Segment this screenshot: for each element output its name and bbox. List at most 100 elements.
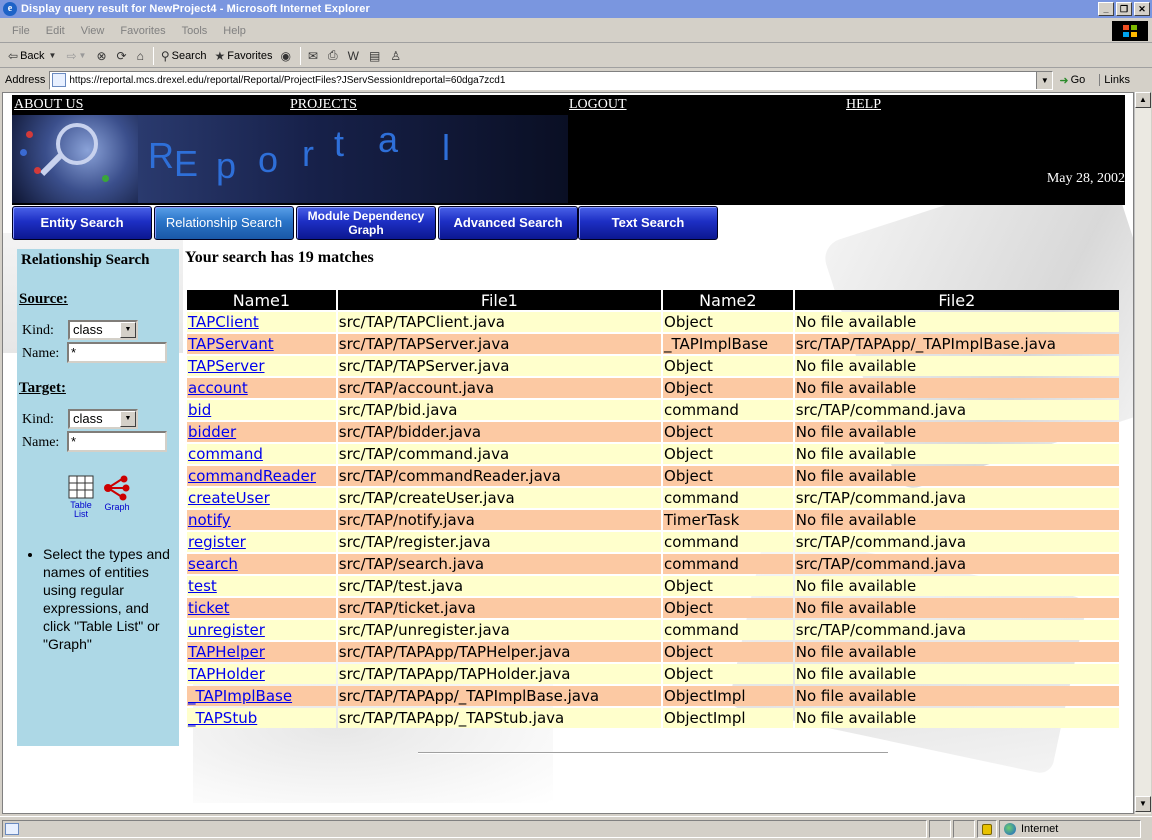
help-bullet: Select the types and names of entities u… — [43, 545, 179, 653]
cell-file2: No file available — [794, 444, 1119, 464]
entity-link[interactable]: unregister — [188, 621, 265, 639]
cell-name1: bidder — [187, 422, 336, 442]
table-row: ticket src/TAP/ticket.java Object No file a… — [187, 598, 1119, 618]
table-row: TAPHelper src/TAP/TAPApp/TAPHelper.java Ob… — [187, 642, 1119, 662]
table-row: TAPClient src/TAP/TAPClient.java Object No … — [187, 312, 1119, 332]
cell-name2: Object — [663, 378, 793, 398]
mail-button[interactable]: ✉ — [304, 45, 324, 67]
banner-strip — [138, 115, 568, 203]
cell-file2: src/TAP/TAPApp/_TAPImplBase.java — [794, 334, 1119, 354]
scroll-up-button[interactable]: ▲ — [1135, 92, 1151, 108]
graph-icon — [104, 475, 130, 501]
security-zone: Internet — [999, 819, 1141, 838]
entity-link[interactable]: createUser — [188, 489, 270, 507]
tab-relationship-search[interactable]: Relationship Search — [154, 206, 294, 240]
cell-name2: command — [663, 554, 793, 574]
cell-file1: src/TAP/notify.java — [337, 510, 662, 530]
favorites-button[interactable]: ★ Favorites — [210, 45, 276, 67]
messenger-button[interactable]: ♙ — [386, 45, 407, 67]
nav-about-us[interactable]: ABOUT US — [14, 97, 83, 113]
cell-name2: Object — [663, 664, 793, 684]
refresh-button[interactable]: ⟳ — [113, 45, 133, 67]
table-row: register src/TAP/register.java command src/… — [187, 532, 1119, 552]
entity-link[interactable]: notify — [188, 511, 231, 529]
address-dropdown-button[interactable]: ▼ — [1036, 71, 1053, 89]
minimize-button[interactable]: _ — [1098, 2, 1114, 16]
target-name-input[interactable]: * — [67, 431, 167, 452]
window-title: Display query result for NewProject4 - M… — [21, 3, 370, 15]
entity-link[interactable]: test — [188, 577, 217, 595]
entity-link[interactable]: command — [188, 445, 263, 463]
entity-link[interactable]: search — [188, 555, 238, 573]
media-button[interactable]: ◉ — [276, 45, 296, 67]
entity-link[interactable]: TAPHolder — [188, 665, 265, 683]
source-name-input[interactable]: * — [67, 342, 167, 363]
menu-tools[interactable]: Tools — [174, 25, 216, 37]
brand-logo-letter: o — [258, 139, 279, 180]
entity-link[interactable]: bidder — [188, 423, 236, 441]
sidebar-title: Relationship Search — [21, 252, 150, 268]
entity-link[interactable]: _TAPImplBase — [188, 687, 292, 705]
entity-link[interactable]: account — [188, 379, 248, 397]
discuss-button[interactable]: ▤ — [365, 45, 386, 67]
target-heading: Target: — [19, 380, 66, 396]
table-row: command src/TAP/command.java Object No file… — [187, 444, 1119, 464]
menu-view[interactable]: View — [73, 25, 113, 37]
nav-help[interactable]: HELP — [846, 97, 881, 113]
entity-link[interactable]: register — [188, 533, 246, 551]
back-button[interactable]: ⇦ Back ▼ — [4, 45, 62, 67]
forward-button[interactable]: ⇨ ▼ — [62, 45, 92, 67]
target-kind-select[interactable]: class ▼ — [68, 409, 138, 429]
menu-help[interactable]: Help — [215, 25, 254, 37]
cell-file1: src/TAP/TAPServer.java — [337, 356, 662, 376]
entity-link[interactable]: ticket — [188, 599, 230, 617]
menu-edit[interactable]: Edit — [38, 25, 73, 37]
links-button[interactable]: Links — [1099, 74, 1130, 86]
toolbar-separator — [299, 46, 301, 65]
nav-logout[interactable]: LOGOUT — [569, 97, 627, 113]
site-nav: ABOUT US PROJECTS LOGOUT HELP — [12, 95, 1125, 115]
nav-projects[interactable]: PROJECTS — [290, 97, 357, 113]
scroll-down-button[interactable]: ▼ — [1135, 796, 1151, 812]
cell-file1: src/TAP/TAPApp/TAPHelper.java — [337, 642, 662, 662]
status-cell — [953, 819, 975, 838]
tab-text-search[interactable]: Text Search — [578, 206, 718, 240]
source-kind-select[interactable]: class ▼ — [68, 320, 138, 340]
restore-button[interactable]: ❐ — [1116, 2, 1132, 16]
table-list-button[interactable]: Table List — [65, 475, 97, 519]
print-button[interactable]: ⎙ — [324, 45, 344, 67]
entity-link[interactable]: TAPServer — [188, 357, 265, 375]
entity-link[interactable]: commandReader — [188, 467, 316, 485]
cell-file2: No file available — [794, 466, 1119, 486]
cell-name1: ticket — [187, 598, 336, 618]
address-input[interactable]: https://reportal.mcs.drexel.edu/reportal… — [49, 70, 1054, 90]
search-button[interactable]: ⚲ Search — [157, 45, 211, 67]
tab-module-dependency-graph[interactable]: Module Dependency Graph — [296, 206, 436, 240]
entity-link[interactable]: TAPServant — [188, 335, 274, 353]
menu-favorites[interactable]: Favorites — [112, 25, 173, 37]
discuss-icon: ▤ — [368, 48, 381, 63]
cell-name2: command — [663, 620, 793, 640]
cell-name1: test — [187, 576, 336, 596]
tab-advanced-search[interactable]: Advanced Search — [438, 206, 578, 240]
go-arrow-icon: ➜ — [1059, 74, 1069, 87]
close-button[interactable]: ✕ — [1134, 2, 1150, 16]
stop-button[interactable]: ⊗ — [92, 45, 112, 67]
tab-entity-search[interactable]: Entity Search — [12, 206, 152, 240]
menu-file[interactable]: File — [4, 25, 38, 37]
entity-link[interactable]: TAPClient — [188, 313, 259, 331]
go-button[interactable]: ➜ Go — [1059, 74, 1085, 87]
graph-button[interactable]: Graph — [99, 475, 135, 512]
help-text: Select the types and names of entities u… — [29, 545, 179, 653]
edit-icon: W — [347, 48, 359, 63]
vertical-scrollbar[interactable]: ▲ ▼ — [1134, 92, 1151, 814]
entity-link[interactable]: TAPHelper — [188, 643, 265, 661]
status-bar: Internet — [0, 816, 1152, 840]
cell-name2: Object — [663, 422, 793, 442]
windows-logo-icon — [1112, 21, 1148, 41]
entity-link[interactable]: _TAPStub — [188, 709, 257, 727]
edit-button[interactable]: W — [344, 45, 365, 67]
home-button[interactable]: ⌂ — [133, 45, 150, 67]
cell-name1: command — [187, 444, 336, 464]
entity-link[interactable]: bid — [188, 401, 211, 419]
